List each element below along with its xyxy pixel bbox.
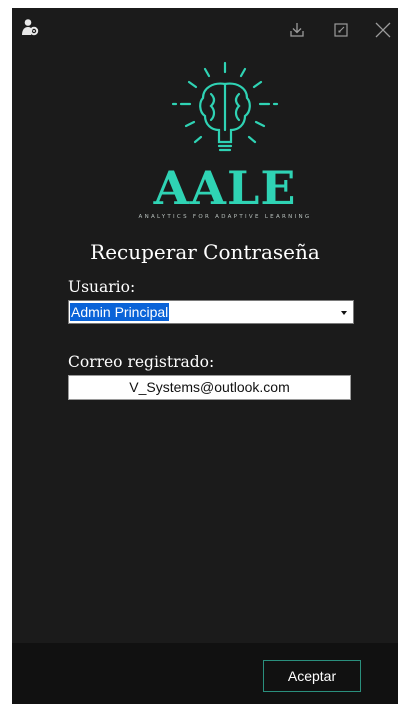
chevron-down-icon[interactable] <box>341 311 347 315</box>
user-gear-icon <box>22 19 39 36</box>
email-field[interactable]: V_Systems@outlook.com <box>68 375 351 400</box>
user-select-value: Admin Principal <box>70 303 170 321</box>
email-label: Correo registrado: <box>68 353 215 371</box>
logo-subtitle: ANALYTICS FOR ADAPTIVE LEARNING <box>138 214 312 220</box>
brain-bulb-icon <box>171 61 279 152</box>
logo-title: AALE <box>153 161 297 215</box>
restore-icon[interactable] <box>331 20 351 40</box>
footer-bar: Aceptar <box>12 643 398 704</box>
user-select[interactable]: Admin Principal <box>68 300 354 324</box>
title-bar <box>12 8 398 52</box>
recover-password-window: AALE ANALYTICS FOR ADAPTIVE LEARNING Rec… <box>12 8 398 704</box>
close-icon[interactable] <box>373 20 393 40</box>
user-label: Usuario: <box>68 278 136 296</box>
download-icon[interactable] <box>287 20 307 40</box>
page-title: Recuperar Contraseña <box>90 240 320 264</box>
accept-button[interactable]: Aceptar <box>263 660 361 692</box>
aale-logo: AALE ANALYTICS FOR ADAPTIVE LEARNING <box>115 58 335 228</box>
